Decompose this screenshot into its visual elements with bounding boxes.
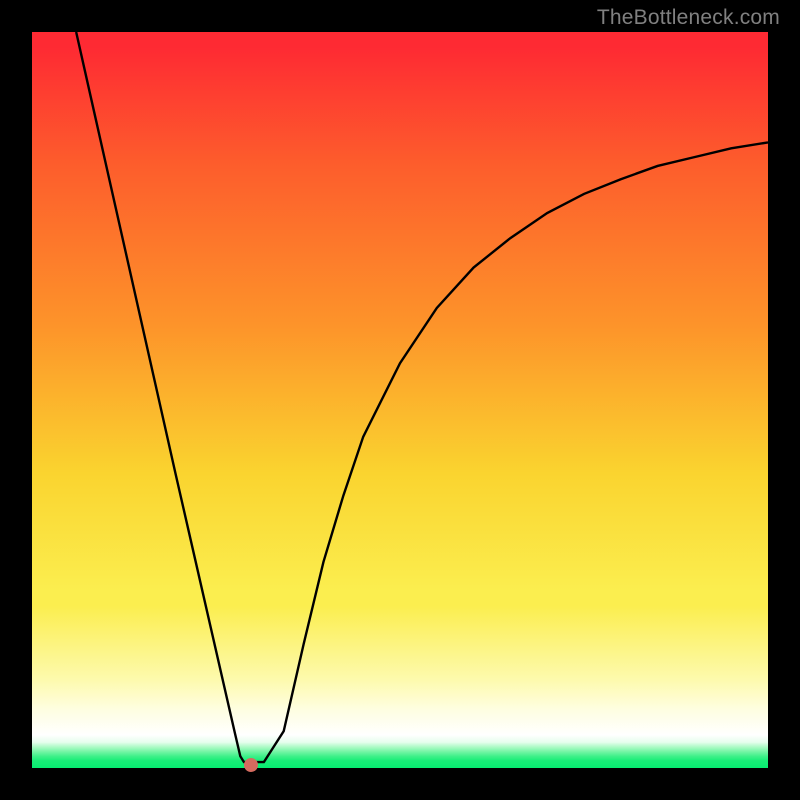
watermark-text: TheBottleneck.com — [597, 6, 780, 30]
chart-gradient-background — [32, 32, 768, 768]
chart-frame: TheBottleneck.com — [0, 0, 800, 800]
